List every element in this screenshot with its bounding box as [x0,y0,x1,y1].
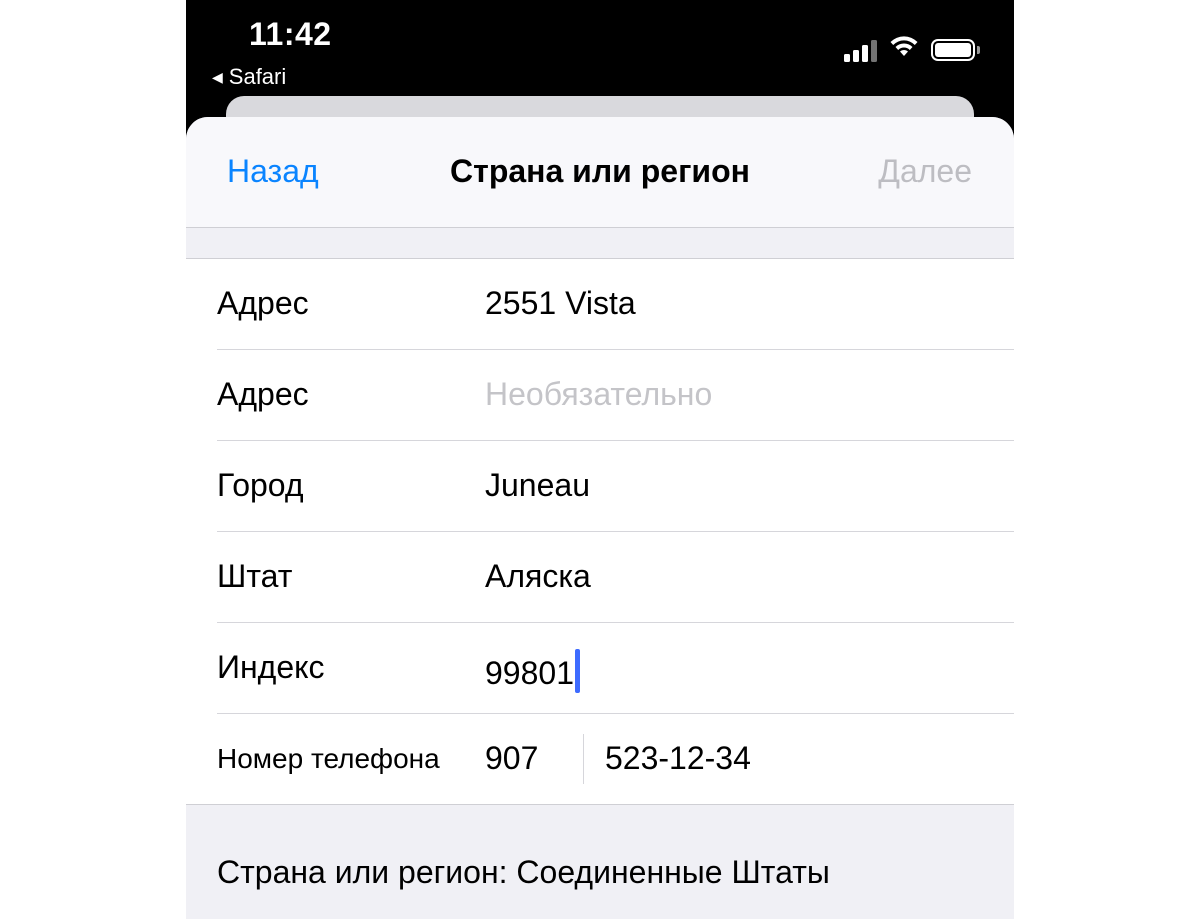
address-line1-row[interactable]: Адрес 2551 Vista [217,259,1014,350]
status-icons [844,36,980,63]
back-to-app-link[interactable]: ◀ Safari [212,64,286,90]
phone-area-code-field[interactable]: 907 [485,740,538,777]
address-sheet: Назад Страна или регион Далее Адрес 2551… [186,117,1014,919]
back-triangle-icon: ◀ [212,68,223,85]
zip-field[interactable]: 99801 [485,649,580,693]
phone-label: Номер телефона [217,743,440,774]
status-time: 11:42 [249,16,332,52]
battery-icon [931,38,980,61]
address-line2-label: Адрес [217,376,309,412]
address-line1-label: Адрес [217,285,309,321]
address-form: Адрес 2551 Vista Адрес Необязательно Гор… [186,258,1014,805]
city-row[interactable]: Город Juneau [217,441,1014,532]
city-field[interactable]: Juneau [485,467,590,504]
zip-label: Индекс [217,649,325,685]
back-app-label: Safari [228,64,287,89]
country-region-text: Страна или регион: Соединенные Штаты [217,854,830,890]
navigation-bar: Назад Страна или регион Далее [186,117,1014,228]
address-line2-field[interactable]: Необязательно [485,376,712,413]
address-line2-row[interactable]: Адрес Необязательно [217,350,1014,441]
zip-row[interactable]: Индекс 99801 [217,623,1014,714]
state-field[interactable]: Аляска [485,558,591,595]
state-row[interactable]: Штат Аляска [217,532,1014,623]
wifi-icon [889,36,919,63]
phone-screen: 11:42 ◀ Safari Назад Страна или регион Д… [186,0,1014,919]
state-label: Штат [217,558,293,594]
cellular-signal-icon [844,38,877,62]
next-button[interactable]: Далее [878,153,972,190]
text-cursor [574,649,580,693]
phone-number-field[interactable]: 523-12-34 [605,740,751,777]
zip-value: 99801 [485,655,574,691]
city-label: Город [217,467,304,503]
phone-row[interactable]: Номер телефона 907 523-12-34 [217,714,1014,804]
address-line1-field[interactable]: 2551 Vista [485,285,636,322]
phone-divider [583,734,584,784]
